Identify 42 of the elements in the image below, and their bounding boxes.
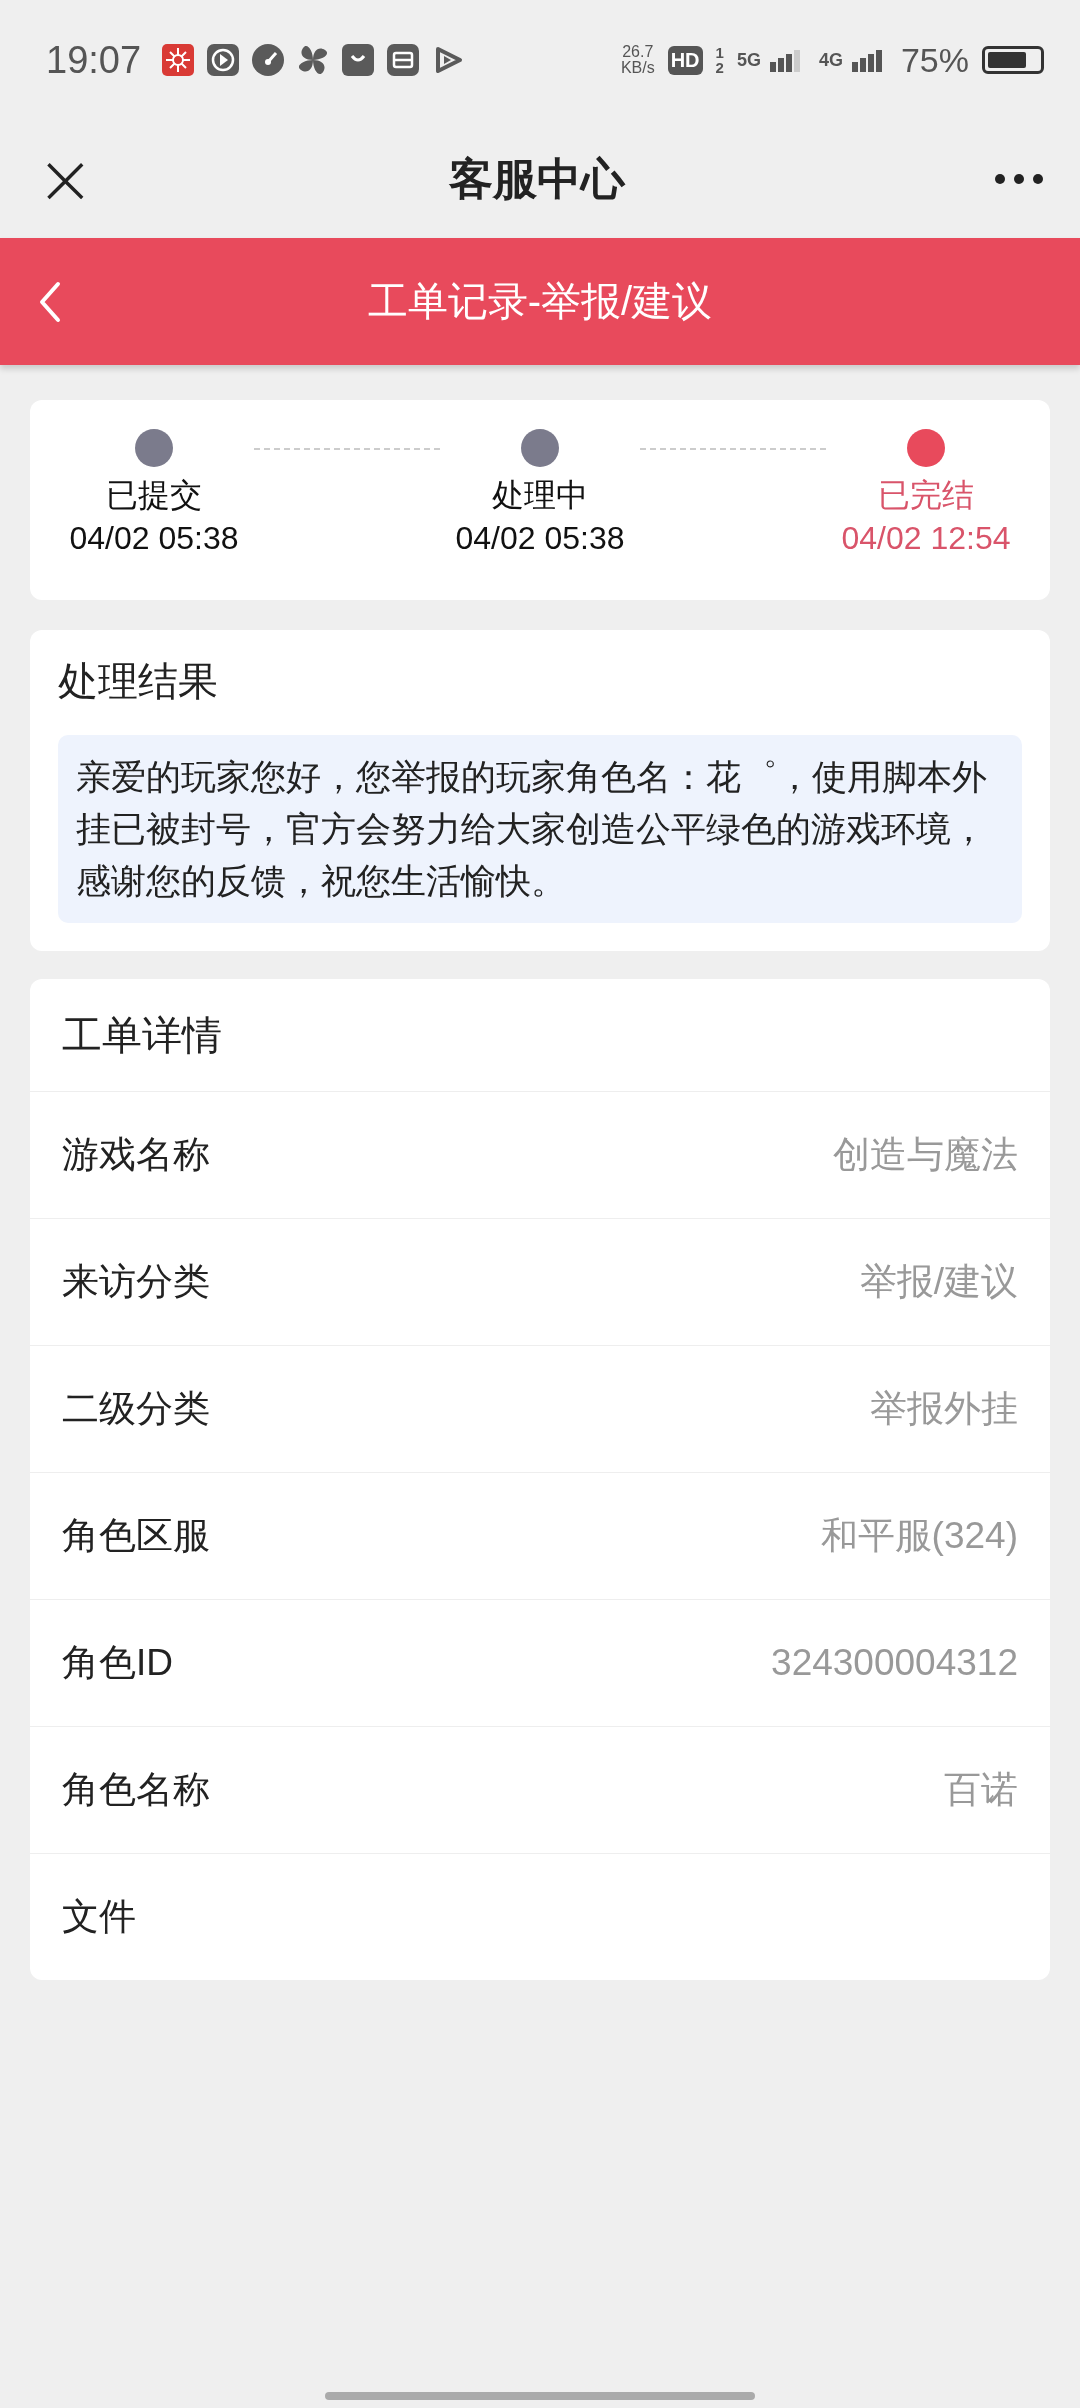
field-value: 和平服(324) [820,1514,1018,1558]
field-label: 角色名称 [62,1768,210,1812]
pinwheel-app-icon [297,44,330,76]
back-icon [38,279,62,324]
sim-number: 2 [715,60,724,75]
section-title: 处理结果 [58,658,219,705]
field-value: 举报外挂 [870,1387,1018,1431]
field-label: 游戏名称 [62,1133,210,1177]
clock: 19:07 [46,38,142,82]
step-time: 04/02 05:38 [69,520,239,557]
step-label: 处理中 [492,476,588,515]
network-speed: 26.7 [622,44,654,60]
step-time: 04/02 05:38 [455,520,625,557]
field-label: 来访分类 [62,1260,210,1304]
field-value: 创造与魔法 [833,1133,1018,1177]
bag-app-icon [342,44,375,76]
field-label: 文件 [62,1895,136,1939]
play-app-icon [207,44,240,76]
speed-unit: KB/s [620,60,655,76]
field-value: 百诺 [944,1768,1018,1812]
network-type: 4G [818,49,843,71]
sim-number: 1 [715,45,724,60]
field-label: 角色区服 [62,1514,210,1558]
step-label: 已完结 [878,476,974,515]
battery-percent: 75% [900,40,969,80]
tray-app-icon [387,44,420,76]
step-time: 04/02 12:54 [841,520,1011,557]
page-title: 客服中心 [449,152,625,205]
section-title: 工单详情 [30,979,1050,1092]
more-icon [994,173,1044,185]
field-label: 角色ID [62,1641,173,1685]
result-message: 亲爱的玩家您好，您举报的玩家角色名：花゜，使用脚本外挂已被封号，官方会努力给大家创造公平绿色的游戏环境，感谢您的反馈，祝您生活愉快。 [58,735,1022,923]
field-value: 324300004312 [771,1642,1018,1684]
gauge-app-icon [252,44,285,76]
step-label: 已提交 [106,476,202,515]
hd-badge: HD [667,45,703,75]
header-title: 工单记录-举报/建议 [366,278,714,325]
field-value: 举报/建议 [859,1260,1018,1304]
battery-icon [982,46,1044,74]
network-type: 5G [736,49,761,71]
flower-app-icon [162,44,195,76]
field-label: 二级分类 [62,1387,210,1431]
